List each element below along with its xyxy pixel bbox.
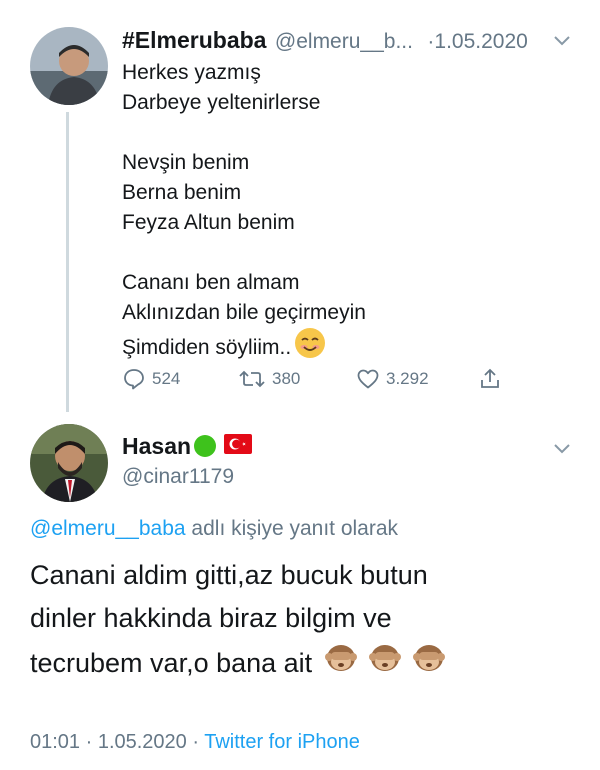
see-no-evil-monkey-emoji-icon: [324, 640, 358, 687]
chevron-down-icon[interactable]: [552, 440, 572, 456]
tweet-line: Feyza Altun benim: [122, 211, 295, 234]
chevron-down-icon[interactable]: [552, 32, 572, 48]
replying-to-handle-link[interactable]: @elmeru__baba: [30, 517, 186, 540]
replying-to-text: adlı kişiye yanıt olarak: [185, 517, 399, 540]
reply-source-link[interactable]: Twitter for iPhone: [204, 731, 360, 753]
tweet-author-handle[interactable]: @elmeru__b...: [275, 30, 413, 53]
tweet-line: Aklınızdan bile geçirmeyin: [122, 301, 366, 324]
smiling-face-emoji-icon: [295, 328, 326, 358]
tweet-date[interactable]: ·1.05.2020: [427, 30, 527, 53]
reply-line: Canani aldim gitti,az bucuk butun: [30, 560, 428, 590]
tweet-line: Herkes yazmış: [122, 61, 261, 84]
tweet-line: Cananı ben almam: [122, 271, 300, 294]
retweet-action[interactable]: 380: [238, 367, 300, 391]
tweet-author-avatar[interactable]: [30, 27, 108, 105]
tweet-line: [122, 118, 562, 148]
retweet-count: 380: [272, 369, 301, 388]
tweet-line: [122, 238, 562, 268]
reply-author-handle[interactable]: @cinar1179: [122, 465, 234, 489]
reply-action[interactable]: 524: [122, 367, 180, 391]
tweet-line: Berna benim: [122, 181, 242, 204]
heart-icon: [356, 367, 380, 391]
like-count: 3.292: [386, 369, 429, 388]
replying-to: @elmeru__baba adlı kişiye yanıt olarak: [30, 517, 398, 541]
reply-author-name[interactable]: Hasan: [122, 433, 191, 460]
reply-author-avatar[interactable]: [30, 424, 108, 502]
reply-meta: 01:01 · 1.05.2020 · Twitter for iPhone: [30, 731, 360, 754]
see-no-evil-monkey-emoji-icon: [368, 640, 402, 687]
share-icon[interactable]: [478, 367, 502, 391]
tweet-line-text: Şimdiden söyliim..: [122, 336, 292, 359]
tweet-author-name[interactable]: #Elmerubaba: [122, 27, 266, 53]
see-no-evil-monkey-emoji-icon: [412, 640, 446, 687]
tweet-line: Darbeye yeltenirlerse: [122, 91, 321, 114]
tweet-line: Şimdiden söyliim..: [122, 328, 562, 363]
reply-icon: [122, 367, 146, 391]
turkey-flag-emoji-icon: [224, 433, 253, 459]
reply-line-text: tecrubem var,o bana ait: [30, 648, 313, 678]
reply-author-name-row: Hasan: [122, 432, 253, 460]
green-circle-emoji-icon: [194, 435, 217, 457]
like-action[interactable]: 3.292: [356, 367, 429, 391]
thread-connector-line: [66, 112, 69, 412]
tweet-line: Nevşin benim: [122, 151, 250, 174]
tweet-header: #Elmerubaba @elmeru__b... ·1.05.2020: [122, 27, 582, 55]
reply-count: 524: [152, 369, 181, 388]
retweet-icon: [238, 367, 266, 391]
reply-line: tecrubem var,o bana ait: [30, 640, 580, 687]
reply-line: dinler hakkinda biraz bilgim ve: [30, 603, 392, 633]
tweet-text: Herkes yazmış Darbeye yeltenirlerse Nevş…: [122, 58, 562, 363]
reply-text: Canani aldim gitti,az bucuk butun dinler…: [30, 554, 580, 687]
reply-timestamp[interactable]: 01:01 · 1.05.2020 ·: [30, 731, 204, 753]
